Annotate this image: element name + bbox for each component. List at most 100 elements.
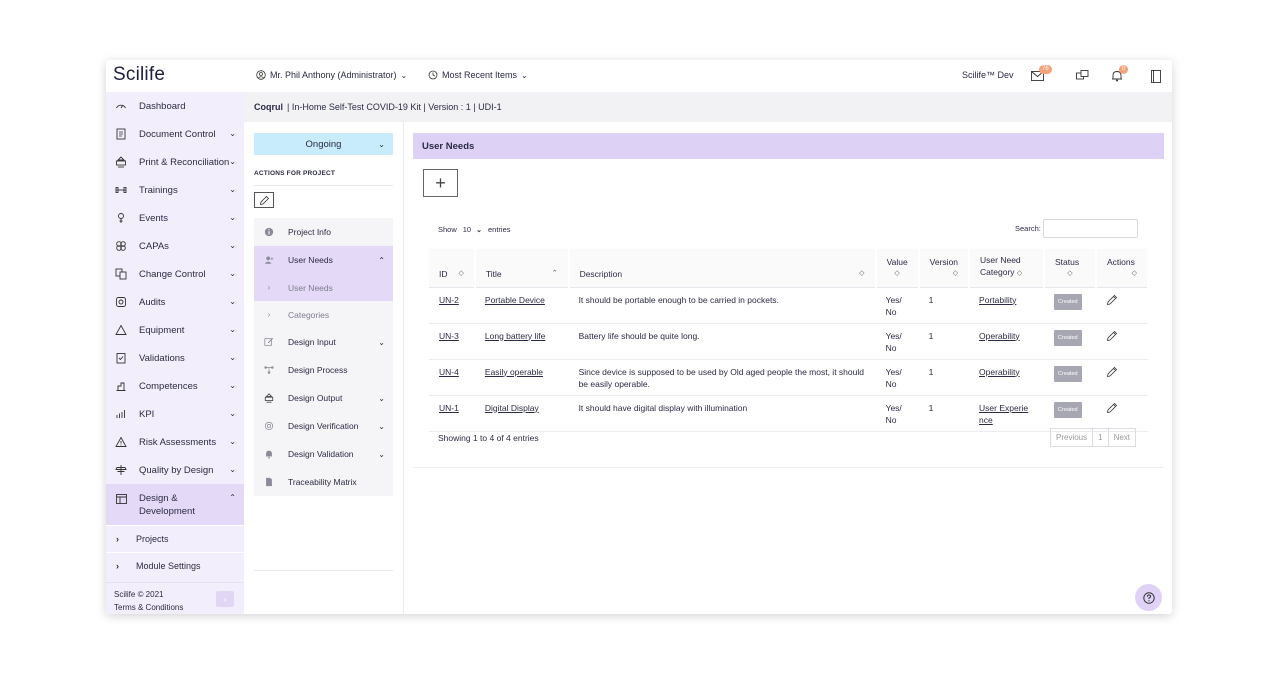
edit-row-button[interactable] xyxy=(1106,402,1118,416)
edit-project-button[interactable] xyxy=(254,192,274,208)
sidebar-item-validations[interactable]: Validations ⌄ xyxy=(106,344,244,372)
top-bar: Scilife Mr. Phil Anthony (Administrator)… xyxy=(106,60,1172,92)
notifications-button[interactable]: 0 xyxy=(1109,65,1129,84)
sidebar-item-audits[interactable]: Audits ⌄ xyxy=(106,288,244,316)
page-title: User Needs xyxy=(413,133,1164,159)
project-menu-design-validation[interactable]: Design Validation ⌄ xyxy=(254,440,393,468)
edit-row-button[interactable] xyxy=(1106,366,1118,380)
project-status-select[interactable]: Ongoing ⌄ xyxy=(254,133,393,155)
project-submenu-user-needs[interactable]: › User Needs xyxy=(254,274,393,301)
edit-row-button[interactable] xyxy=(1106,330,1118,344)
user-need-category-link[interactable]: User Experie nce xyxy=(979,402,1033,427)
chevron-up-icon: ⌃ xyxy=(229,493,236,502)
edit-row-button[interactable] xyxy=(1106,294,1118,308)
edit-icon xyxy=(262,337,276,347)
table-cell xyxy=(1095,287,1148,324)
user-name: Mr. Phil Anthony (Administrator) xyxy=(270,70,397,80)
sidebar-item-quality-by-design[interactable]: Quality by Design ⌄ xyxy=(106,456,244,484)
sidebar-sub-module-settings[interactable]: › Module Settings xyxy=(106,552,244,579)
column-header-title[interactable]: Title ⌃ xyxy=(474,249,570,288)
project-menu-design-input[interactable]: Design Input ⌄ xyxy=(254,328,393,356)
chat-button[interactable] xyxy=(1074,68,1090,84)
sidebar-item-kpi[interactable]: KPI ⌄ xyxy=(106,400,244,428)
sidebar-item-document-control[interactable]: Document Control ⌄ xyxy=(106,120,244,148)
logo[interactable]: Scilife xyxy=(113,64,165,86)
user-need-title-link[interactable]: Digital Display xyxy=(485,403,539,413)
chevron-down-icon: ⌄ xyxy=(229,297,236,306)
table-cell: Yes/ No xyxy=(875,359,919,396)
sidebar-item-events[interactable]: Events ⌄ xyxy=(106,204,244,232)
user-need-value: Yes/ No xyxy=(885,330,902,354)
user-need-category-link[interactable]: Operability xyxy=(979,366,1033,379)
sidebar-item-design-development[interactable]: Design & Development ⌃ xyxy=(106,484,244,525)
project-menu-traceability-matrix[interactable]: Traceability Matrix xyxy=(254,468,393,496)
project-menu: Project Info User Needs ⌃ › User Needs › Categ… xyxy=(254,218,393,496)
project-menu-design-verification[interactable]: Design Verification ⌄ xyxy=(254,412,393,440)
project-menu-label: Traceability Matrix xyxy=(288,477,357,487)
sidebar-item-change-control[interactable]: Change Control ⌄ xyxy=(106,260,244,288)
user-need-category-link[interactable]: Portability xyxy=(979,294,1033,307)
add-user-need-button[interactable]: + xyxy=(423,169,458,197)
sidebar-item-capas[interactable]: CAPAs ⌄ xyxy=(106,232,244,260)
sidebar-item-label: CAPAs xyxy=(139,240,169,252)
user-need-title-link[interactable]: Long battery life xyxy=(485,331,545,341)
table-row: UN-4 Easily operable Since device is suppo… xyxy=(429,359,1148,396)
history-icon xyxy=(428,70,438,80)
sidebar-item-trainings[interactable]: Trainings ⌄ xyxy=(106,176,244,204)
sidebar-item-equipment[interactable]: Equipment ⌄ xyxy=(106,316,244,344)
manual-button[interactable] xyxy=(1148,68,1164,84)
collapse-sidebar-button[interactable]: ‹ xyxy=(216,591,234,607)
table-cell: Portable Device xyxy=(474,287,569,324)
project-menu-project-info[interactable]: Project Info xyxy=(254,218,393,246)
user-menu[interactable]: Mr. Phil Anthony (Administrator) ⌄ xyxy=(256,70,407,80)
project-menu-label: Categories xyxy=(288,309,330,320)
sort-icon: ◇ xyxy=(859,269,865,277)
previous-page-button[interactable]: Previous xyxy=(1051,429,1094,446)
project-menu-design-process[interactable]: Design Process xyxy=(254,356,393,384)
table-cell: Since device is supposed to be used by O… xyxy=(568,359,876,396)
user-need-id-link[interactable]: UN-4 xyxy=(439,367,459,377)
next-page-button[interactable]: Next xyxy=(1109,429,1135,446)
mail-button[interactable]: 76 xyxy=(1029,65,1052,84)
column-header-id[interactable]: ID ◇ xyxy=(429,249,476,288)
column-header-value[interactable]: Value ◇ xyxy=(875,249,920,288)
project-menu-user-needs[interactable]: User Needs ⌃ xyxy=(254,246,393,274)
risk-icon xyxy=(114,435,128,449)
recent-items-menu[interactable]: Most Recent Items ⌄ xyxy=(428,70,528,80)
sidebar-item-competences[interactable]: Competences ⌄ xyxy=(106,372,244,400)
user-need-id-link[interactable]: UN-3 xyxy=(439,331,459,341)
column-header-description[interactable]: Description ◇ xyxy=(568,249,877,288)
divider xyxy=(254,185,393,186)
page-1-button[interactable]: 1 xyxy=(1093,429,1109,446)
book-icon xyxy=(1151,69,1161,83)
table-cell: Digital Display xyxy=(474,395,569,432)
user-need-title-link[interactable]: Easily operable xyxy=(485,367,543,377)
user-need-value: Yes/ No xyxy=(885,366,902,390)
user-need-category-link[interactable]: Operability xyxy=(979,330,1033,343)
page-length-select[interactable]: 10 ⌄ xyxy=(463,225,482,234)
project-submenu-categories[interactable]: › Categories xyxy=(254,301,393,328)
bell-icon xyxy=(262,449,276,459)
column-header-version[interactable]: Version ◇ xyxy=(918,249,971,288)
environment-label[interactable]: Scilife™ Dev xyxy=(962,70,1014,80)
column-header-actions[interactable]: Actions ◇ xyxy=(1095,249,1150,288)
table-cell: Battery life should be quite long. xyxy=(568,323,876,360)
sidebar-item-label: Print & Reconciliation xyxy=(139,156,230,168)
project-menu-design-output[interactable]: Design Output ⌄ xyxy=(254,384,393,412)
sidebar-item-risk-assessments[interactable]: Risk Assessments ⌄ xyxy=(106,428,244,456)
help-button[interactable] xyxy=(1135,584,1162,611)
sidebar-item-print-reconciliation[interactable]: Print & Reconciliation ⌄ xyxy=(106,148,244,176)
column-header-status[interactable]: Status ◇ xyxy=(1044,249,1097,288)
table-cell: It should have digital display with illu… xyxy=(568,395,876,432)
user-need-id-link[interactable]: UN-2 xyxy=(439,295,459,305)
user-need-id-link[interactable]: UN-1 xyxy=(439,403,459,413)
user-need-title-link[interactable]: Portable Device xyxy=(485,295,545,305)
column-header-category[interactable]: User Need Category ◇ xyxy=(969,249,1046,288)
sidebar-item-label: Trainings xyxy=(139,184,178,196)
info-icon xyxy=(262,227,276,237)
sidebar-sub-projects[interactable]: › Projects xyxy=(106,525,244,552)
question-icon xyxy=(1142,591,1155,604)
sidebar-item-dashboard[interactable]: Dashboard xyxy=(106,92,244,120)
search-input[interactable] xyxy=(1042,219,1138,238)
search-control: Search: xyxy=(1015,219,1138,238)
